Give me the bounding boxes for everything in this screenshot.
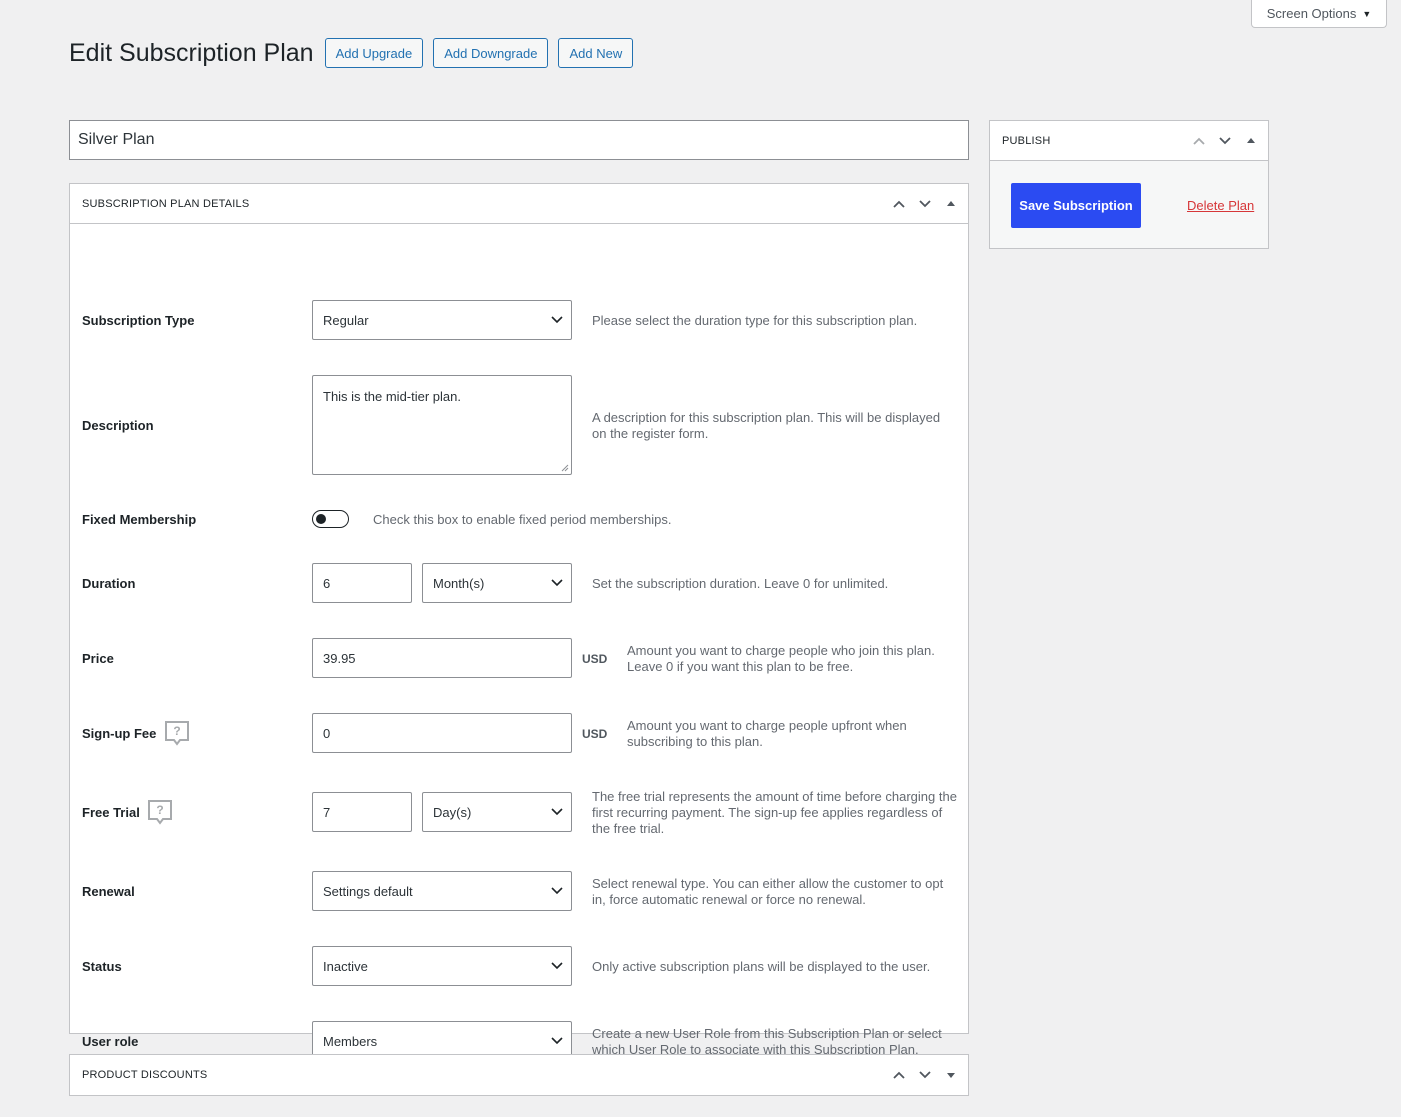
page-header: Edit Subscription Plan Add Upgrade Add D… bbox=[69, 38, 634, 68]
signup-fee-label: Sign-up Fee bbox=[82, 726, 157, 741]
chevron-down-icon bbox=[551, 887, 563, 895]
free-trial-unit-select[interactable]: Day(s) bbox=[422, 792, 572, 832]
details-box-title: SUBSCRIPTION PLAN DETAILS bbox=[82, 197, 250, 210]
publish-box-header: PUBLISH bbox=[990, 121, 1268, 161]
fixed-membership-toggle[interactable] bbox=[312, 510, 349, 528]
chevron-down-icon bbox=[551, 1037, 563, 1045]
screen-options-label: Screen Options bbox=[1266, 6, 1357, 21]
duration-unit-select[interactable]: Month(s) bbox=[422, 563, 572, 603]
description-textarea[interactable]: This is the mid-tier plan. bbox=[312, 375, 572, 475]
triangle-down-icon[interactable] bbox=[938, 1062, 964, 1088]
subscription-plan-details-box: SUBSCRIPTION PLAN DETAILS Subscription T… bbox=[69, 183, 969, 1061]
details-box-header: SUBSCRIPTION PLAN DETAILS bbox=[70, 184, 968, 224]
subscription-type-label: Subscription Type bbox=[82, 313, 195, 328]
signup-fee-input[interactable]: 0 bbox=[312, 713, 572, 753]
description-desc: A description for this subscription plan… bbox=[592, 410, 941, 441]
chevron-up-icon[interactable] bbox=[1186, 128, 1212, 154]
chevron-up-icon[interactable] bbox=[886, 191, 912, 217]
publish-box-body: Save Subscription Delete Plan bbox=[990, 161, 1268, 249]
svg-text:?: ? bbox=[156, 803, 163, 817]
free-trial-input[interactable]: 7 bbox=[312, 792, 412, 832]
price-input[interactable]: 39.95 bbox=[312, 638, 572, 678]
page-title: Edit Subscription Plan bbox=[69, 39, 314, 67]
add-new-button[interactable]: Add New bbox=[558, 38, 634, 68]
user-role-value: Members bbox=[323, 1033, 378, 1049]
chevron-up-icon[interactable] bbox=[886, 1062, 912, 1088]
signup-fee-currency: USD bbox=[582, 727, 608, 741]
publish-box: PUBLISH Save Subscription Delete Plan bbox=[989, 120, 1269, 249]
svg-text:?: ? bbox=[173, 724, 180, 738]
screen-options-button[interactable]: Screen Options ▼ bbox=[1251, 0, 1387, 28]
fixed-membership-desc: Check this box to enable fixed period me… bbox=[373, 512, 672, 527]
triangle-down-icon: ▼ bbox=[1362, 8, 1372, 19]
price-currency: USD bbox=[582, 652, 608, 666]
status-value: Inactive bbox=[323, 958, 368, 974]
price-label: Price bbox=[82, 651, 114, 666]
renewal-select[interactable]: Settings default bbox=[312, 871, 572, 911]
duration-label: Duration bbox=[82, 576, 136, 591]
renewal-value: Settings default bbox=[323, 883, 413, 899]
free-trial-label: Free Trial bbox=[82, 805, 140, 820]
subscription-type-desc: Please select the duration type for this… bbox=[592, 313, 918, 328]
subscription-type-select[interactable]: Regular bbox=[312, 300, 572, 340]
add-downgrade-button[interactable]: Add Downgrade bbox=[433, 38, 549, 68]
chevron-down-icon bbox=[551, 316, 563, 324]
description-label: Description bbox=[82, 418, 154, 433]
fixed-membership-label: Fixed Membership bbox=[82, 512, 197, 527]
chevron-down-icon bbox=[551, 579, 563, 587]
status-select[interactable]: Inactive bbox=[312, 946, 572, 986]
description-value: This is the mid-tier plan. bbox=[323, 389, 461, 404]
duration-input[interactable]: 6 bbox=[312, 563, 412, 603]
help-bubble-icon[interactable]: ? bbox=[147, 799, 173, 825]
add-upgrade-button[interactable]: Add Upgrade bbox=[324, 38, 424, 68]
chevron-down-icon bbox=[551, 808, 563, 816]
user-role-label: User role bbox=[82, 1034, 139, 1049]
triangle-up-icon[interactable] bbox=[1238, 128, 1264, 154]
status-desc: Only active subscription plans will be d… bbox=[592, 959, 931, 974]
help-bubble-icon[interactable]: ? bbox=[164, 720, 190, 746]
duration-unit-value: Month(s) bbox=[433, 575, 485, 591]
resize-handle-icon[interactable] bbox=[561, 464, 569, 472]
status-label: Status bbox=[82, 959, 122, 974]
product-discounts-box: PRODUCT DISCOUNTS bbox=[69, 1054, 969, 1096]
chevron-down-icon bbox=[551, 962, 563, 970]
chevron-down-icon[interactable] bbox=[1212, 128, 1238, 154]
delete-plan-link[interactable]: Delete Plan bbox=[1187, 198, 1254, 213]
free-trial-unit-value: Day(s) bbox=[433, 804, 472, 820]
plan-title-input[interactable]: Silver Plan bbox=[69, 120, 969, 160]
renewal-desc: Select renewal type. You can either allo… bbox=[592, 876, 944, 907]
price-desc: Amount you want to charge people who joi… bbox=[627, 643, 935, 674]
save-subscription-button[interactable]: Save Subscription bbox=[1011, 183, 1141, 228]
discounts-box-header[interactable]: PRODUCT DISCOUNTS bbox=[70, 1055, 968, 1095]
free-trial-desc: The free trial represents the amount of … bbox=[592, 789, 957, 836]
signup-fee-desc: Amount you want to charge people upfront… bbox=[627, 718, 907, 749]
renewal-label: Renewal bbox=[82, 884, 135, 899]
toggle-knob bbox=[316, 514, 326, 524]
publish-box-title: PUBLISH bbox=[1002, 134, 1051, 147]
triangle-up-icon[interactable] bbox=[938, 191, 964, 217]
chevron-down-icon[interactable] bbox=[912, 1062, 938, 1088]
discounts-box-title: PRODUCT DISCOUNTS bbox=[82, 1069, 208, 1081]
subscription-type-value: Regular bbox=[323, 312, 369, 328]
duration-desc: Set the subscription duration. Leave 0 f… bbox=[592, 576, 889, 591]
chevron-down-icon[interactable] bbox=[912, 191, 938, 217]
